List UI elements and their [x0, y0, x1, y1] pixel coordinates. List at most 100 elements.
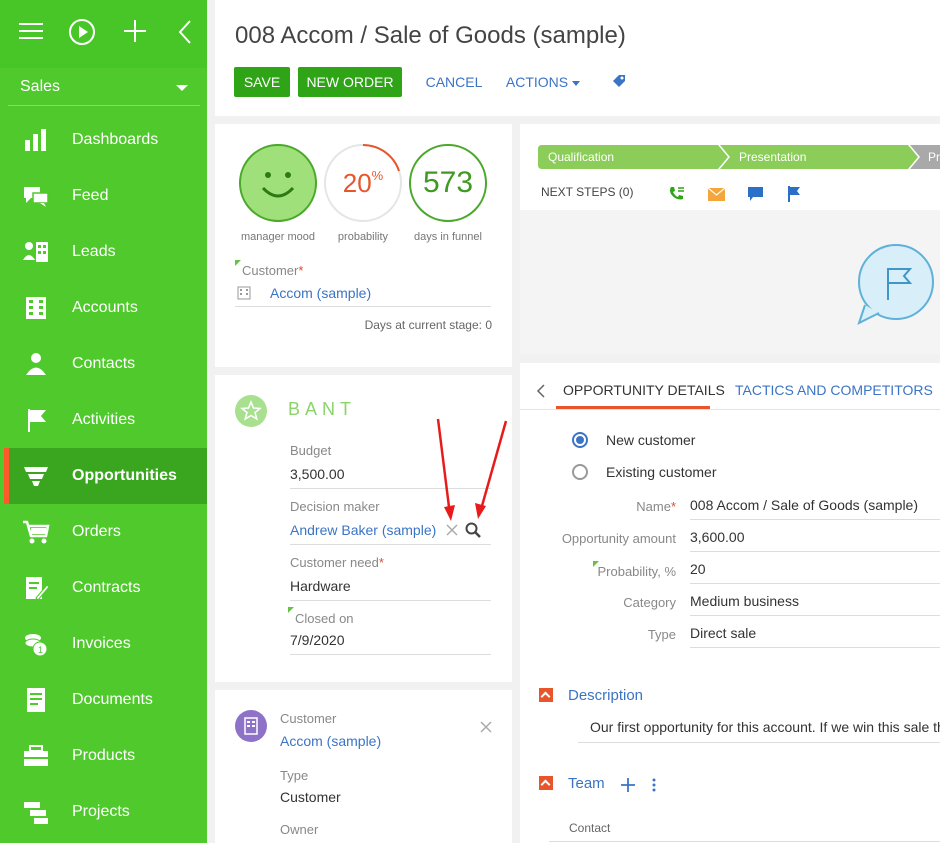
category-field[interactable]: Medium business — [690, 593, 940, 616]
manager-mood-indicator[interactable] — [239, 144, 317, 222]
contracts-icon — [26, 577, 50, 601]
stage-next[interactable]: Pr — [918, 145, 940, 169]
sidebar-item-accounts[interactable]: Accounts — [4, 280, 207, 336]
name-label: Name — [636, 499, 671, 514]
close-icon[interactable] — [480, 721, 492, 733]
existing-customer-radio[interactable] — [572, 464, 588, 480]
save-button[interactable]: SAVE — [234, 67, 290, 97]
tab-scroll-left-icon[interactable] — [536, 383, 546, 399]
probability-label: probability — [337, 231, 389, 243]
next-steps-label[interactable]: NEXT STEPS (0) — [541, 185, 633, 199]
required-marker: * — [670, 499, 676, 514]
decision-maker-link[interactable]: Andrew Baker (sample) — [290, 522, 491, 545]
team-collapse-icon[interactable] — [539, 776, 553, 790]
owner-label: Owner — [280, 822, 319, 837]
tab-opportunity-details[interactable]: OPPORTUNITY DETAILS — [563, 382, 725, 398]
sidebar-item-dashboards[interactable]: Dashboards — [4, 112, 207, 168]
customer-card-label: Customer — [280, 711, 337, 726]
probability-unit: % — [371, 168, 384, 183]
sidebar-item-documents[interactable]: Documents — [4, 672, 207, 728]
required-marker: * — [378, 555, 384, 570]
stage-qualification[interactable]: Qualification — [538, 145, 718, 169]
page-title: 008 Accom / Sale of Goods (sample) — [235, 22, 626, 49]
type-value: Customer — [280, 789, 341, 805]
play-process-icon[interactable] — [68, 18, 98, 48]
accounts-icon — [26, 297, 46, 319]
add-team-member-icon[interactable] — [620, 777, 636, 793]
customer-card-link[interactable]: Accom (sample) — [280, 733, 381, 749]
tab-tactics-and-competitors[interactable]: TACTICS AND COMPETITORS — [735, 382, 933, 398]
bant-title: BANT — [288, 399, 357, 419]
description-collapse-icon[interactable] — [539, 688, 553, 702]
dashboards-icon — [25, 129, 46, 151]
chevron-down-icon — [176, 85, 188, 91]
sidebar-item-orders[interactable]: Orders — [4, 504, 207, 560]
sidebar-item-activities[interactable]: Activities — [4, 392, 207, 448]
closed-on-value[interactable]: 7/9/2020 — [290, 632, 491, 655]
probability-field[interactable]: 20 — [690, 561, 940, 584]
more-options-icon[interactable] — [648, 777, 660, 793]
sidebar-topbar — [0, 0, 207, 68]
sidebar-item-label: Activities — [72, 411, 136, 428]
leads-icon — [23, 242, 48, 262]
empty-next-steps-flag-icon — [857, 244, 934, 325]
customer-need-value[interactable]: Hardware — [290, 578, 491, 601]
call-icon[interactable] — [668, 186, 686, 202]
flag-icon[interactable] — [787, 186, 801, 202]
customer-link[interactable]: Accom (sample) — [235, 285, 491, 307]
budget-label: Budget — [290, 443, 332, 458]
new-customer-label: New customer — [606, 432, 696, 448]
type-label: Type — [280, 768, 309, 783]
sidebar-item-label: Dashboards — [72, 131, 159, 148]
hamburger-menu-icon[interactable] — [18, 18, 48, 48]
opportunities-icon — [24, 467, 48, 486]
tag-icon[interactable] — [611, 73, 627, 89]
sidebar-item-label: Contracts — [72, 579, 141, 596]
cancel-button[interactable]: CANCEL — [419, 67, 489, 97]
sidebar-item-contracts[interactable]: Contracts — [4, 560, 207, 616]
workplace-selector[interactable]: Sales — [8, 68, 200, 106]
orders-icon — [23, 520, 50, 544]
sidebar-item-products[interactable]: Products — [4, 728, 207, 784]
sidebar-item-invoices[interactable]: 1 Invoices — [4, 616, 207, 672]
actions-dropdown[interactable]: ACTIONS — [505, 67, 581, 97]
add-icon[interactable] — [122, 18, 152, 48]
field-marker — [235, 260, 241, 266]
new-customer-radio[interactable] — [572, 432, 588, 448]
sidebar-item-contacts[interactable]: Contacts — [4, 336, 207, 392]
required-marker: * — [298, 263, 304, 278]
sidebar: Sales Dashboards Feed Leads Accounts Con… — [0, 0, 207, 843]
stage-presentation[interactable]: Presentation — [729, 145, 899, 169]
amount-field[interactable]: 3,600.00 — [690, 529, 940, 552]
sidebar-item-opportunities[interactable]: Opportunities — [4, 448, 207, 504]
feed-icon — [24, 187, 49, 207]
field-marker — [288, 607, 294, 613]
description-title[interactable]: Description — [568, 687, 643, 704]
sidebar-item-label: Orders — [72, 523, 121, 540]
type-field-label: Type — [647, 627, 676, 642]
clear-icon[interactable] — [446, 524, 458, 536]
sidebar-item-projects[interactable]: Projects — [4, 784, 207, 840]
team-title[interactable]: Team — [568, 775, 605, 792]
category-label: Category — [623, 595, 676, 610]
email-icon[interactable] — [708, 188, 725, 201]
days-in-funnel-indicator: 573 — [409, 144, 487, 222]
chevron-down-icon — [572, 80, 581, 86]
type-field[interactable]: Direct sale — [690, 625, 940, 648]
new-order-button[interactable]: NEW ORDER — [298, 67, 402, 97]
description-text[interactable]: Our first opportunity for this account. … — [578, 719, 940, 743]
sidebar-item-leads[interactable]: Leads — [4, 224, 207, 280]
sidebar-item-label: Accounts — [72, 299, 138, 316]
days-in-funnel-label: days in funnel — [414, 231, 482, 243]
sidebar-item-feed[interactable]: Feed — [4, 168, 207, 224]
workplace-label: Sales — [20, 78, 61, 95]
sidebar-item-label: Documents — [72, 691, 153, 708]
documents-icon — [27, 688, 45, 712]
name-field[interactable]: 008 Accom / Sale of Goods (sample) — [690, 497, 940, 520]
summary-card: manager mood 20% probability 573 days in… — [215, 124, 512, 367]
days-at-stage-label: Days at current stage: — [364, 318, 482, 332]
chat-icon[interactable] — [748, 187, 763, 202]
collapse-chevron-left-icon[interactable] — [176, 18, 206, 48]
amount-label: Opportunity amount — [561, 531, 676, 546]
probability-field-label: Probability, % — [597, 564, 676, 579]
